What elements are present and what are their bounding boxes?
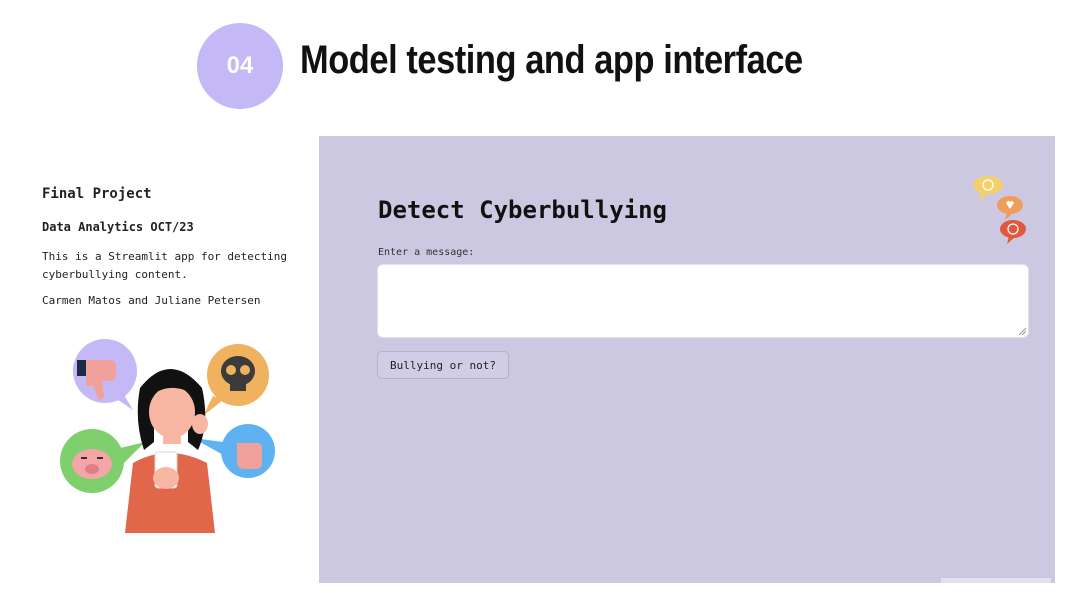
skull-icon	[203, 344, 269, 416]
slide-title: Model testing and app interface	[300, 38, 803, 82]
streamlit-app-window: Detect Cyberbullying Enter a message: Bu…	[319, 136, 1055, 583]
sidebar-project-title: Final Project	[42, 186, 152, 202]
message-input[interactable]	[377, 264, 1029, 338]
slide-number-badge: 04	[197, 23, 283, 109]
sidebar-description: This is a Streamlit app for detecting cy…	[42, 250, 288, 281]
slide-number: 04	[226, 52, 254, 79]
thumbs-down-icon	[73, 339, 137, 410]
bullying-check-button[interactable]: Bullying or not?	[377, 351, 509, 379]
girl-figure	[125, 369, 215, 533]
sidebar-course: Data Analytics OCT/23	[42, 220, 194, 234]
cyberbullying-illustration	[60, 339, 275, 533]
speech-bubbles-icon	[973, 176, 1026, 244]
resize-handle-icon[interactable]	[1019, 328, 1026, 335]
app-title: Detect Cyberbullying	[378, 196, 667, 224]
sidebar-authors: Carmen Matos and Juliane Petersen	[42, 294, 261, 307]
message-input-label: Enter a message:	[378, 247, 475, 258]
footer-strip	[941, 578, 1051, 583]
sidebar: Final Project Data Analytics OCT/23 This…	[42, 186, 302, 307]
